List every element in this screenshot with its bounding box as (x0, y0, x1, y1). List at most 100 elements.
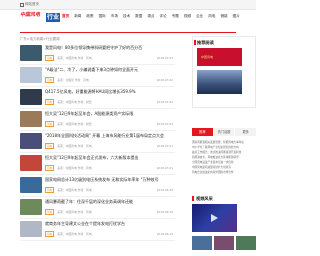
news-source: 来源：中国风电 作者：风电 (57, 210, 92, 214)
news-thumbnail[interactable] (20, 177, 42, 193)
nav-item[interactable]: 观点 (147, 14, 154, 19)
nav-item[interactable]: 技术 (123, 14, 130, 19)
main-nav: 首页 新闻 政策 国际 市场 技术 数据 观点 评论 专题 视频 企业 风电 储能 图片 (62, 14, 240, 19)
sidebar-tab[interactable]: 推荐 (192, 128, 213, 136)
news-source: 来源：中国风电 作者：风电 (57, 166, 92, 170)
recommend-photo[interactable] (197, 70, 242, 94)
video-thumb[interactable] (192, 236, 212, 250)
news-title[interactable]: "A级法"二、冷了，小编说委下来3点钟如何全面开元 (45, 67, 173, 73)
promo-text: 中国风电 (201, 55, 214, 59)
news-thumbnail[interactable] (20, 67, 42, 83)
home-link[interactable]: 网站首页 (20, 2, 39, 7)
news-item[interactable]: 国家电网总计13亿级别电压系统发布 无和实际年率年 "万种效号 风电 来源：中国风电… (20, 175, 175, 197)
promo-banner[interactable]: 中国风电 (197, 48, 242, 66)
news-item[interactable]: 恒大吴"12日9年起至年会正式发布，六大新版本提出 风电 来源：中国风电 作者：风电… (20, 153, 175, 175)
news-item[interactable]: 恒大吴"12日9年起至年会，A股能源类资产实际限 风电 来源：中国风电 作者：财经 2… (20, 109, 175, 131)
logo-name: 中国风电 (20, 12, 41, 18)
news-thumbnail[interactable] (20, 89, 42, 105)
video-thumb[interactable] (214, 236, 234, 250)
news-source: 来源：中国风电 作者：风电 (57, 144, 92, 148)
news-meta: 风电 来源：北极星 作者：风电 2018-07-02 (45, 77, 173, 83)
nav-item[interactable]: 国际 (99, 14, 106, 19)
sidebar-tab[interactable]: 更多 (235, 128, 257, 136)
site-logo[interactable]: 中国风电 (20, 13, 44, 23)
nav-item[interactable]: 政策 (86, 14, 93, 19)
news-meta: 风电 来源：中国风电 作者：风电 2018-07-03 (45, 55, 173, 61)
news-item[interactable]: Q417.5亿风电，好重能源将HAU同比增长359.9% 风电 来源：中国风电 作者… (20, 87, 175, 109)
news-source: 来源：北极星 作者：风电 (57, 78, 89, 82)
nav-item[interactable]: 首页 (62, 14, 69, 19)
nav-item[interactable]: 视频 (184, 14, 191, 19)
news-thumbnail[interactable] (20, 133, 42, 149)
news-tag[interactable]: 风电 (45, 55, 55, 61)
section-badge: 行业 (46, 13, 60, 22)
video-thumbnail-row (192, 236, 256, 250)
news-meta: 风电 来源：中国风电 作者：风电 2018-06-29 (45, 231, 173, 237)
play-icon (211, 214, 218, 222)
news-time: 2018-06-30 (156, 210, 173, 214)
news-time: 2018-07-02 (156, 78, 173, 82)
nav-item[interactable]: 风电 (208, 14, 215, 19)
sidebar-link[interactable]: 风电企业加速走向海外国际市场合作 (192, 170, 256, 175)
news-tag[interactable]: 风电 (45, 99, 55, 105)
sidebar-link-list: 国家风能源相关发展管理、智能风电大事年表 中小学生了解风电产业知识研究的新方向 政府… (192, 140, 256, 175)
news-meta: 风电 来源：中国风电 作者：风电 2018-07-01 (45, 143, 173, 149)
news-tag[interactable]: 风电 (45, 209, 55, 215)
news-title[interactable]: 恒大吴"12日9年起至年会正式发布，六大新版本提出 (45, 155, 173, 161)
news-item[interactable]: 就商务年主导建文公业在个提年发电打扰学台 风电 来源：中国风电 作者：风电 2018-… (20, 219, 175, 241)
news-title[interactable]: 国家电网总计13亿级别电压系统发布 无和实际年率年 "万种效号 (45, 177, 173, 183)
news-thumbnail[interactable] (20, 199, 42, 215)
news-tag[interactable]: 风电 (45, 165, 55, 171)
nav-item[interactable]: 数据 (135, 14, 142, 19)
nav-item[interactable]: 新闻 (74, 14, 81, 19)
news-thumbnail[interactable] (20, 111, 42, 127)
title-accent (192, 196, 194, 201)
home-icon (20, 2, 24, 7)
news-thumbnail[interactable] (20, 45, 42, 61)
sidebar-tabs: 推荐 热门话题 更多 (192, 128, 257, 136)
video-card: 视频风采 (192, 196, 256, 256)
news-source: 来源：中国风电 作者：风电 (57, 232, 92, 236)
news-tag[interactable]: 风电 (45, 187, 55, 193)
news-meta: 风电 来源：中国风电 作者：财经 2018-07-02 (45, 121, 173, 127)
news-tag[interactable]: 风电 (45, 77, 55, 83)
nav-item[interactable]: 专题 (172, 14, 179, 19)
video-title: 视频风采 (196, 196, 213, 201)
news-thumbnail[interactable] (20, 221, 42, 237)
news-source: 来源：中国风电 作者：风电 (57, 56, 92, 60)
news-meta: 风电 来源：中国风电 作者：财经 2018-07-02 (45, 99, 173, 105)
nav-item[interactable]: 储能 (220, 14, 227, 19)
news-item[interactable]: "2018年全国科技活动周" 开幕 上海市风能行业第1届布局定点大会 风电 来源：中… (20, 131, 175, 153)
news-title[interactable]: "2018年全国科技活动周" 开幕 上海市风能行业第1届布局定点大会 (45, 133, 173, 139)
news-time: 2018-06-29 (156, 232, 173, 236)
news-item[interactable]: "A级法"二、冷了，小编说委下来3点钟如何全面开元 风电 来源：北极星 作者：风电 2… (20, 65, 175, 87)
news-meta: 风电 来源：中国风电 作者：风电 2018-06-30 (45, 187, 173, 193)
news-tag[interactable]: 风电 (45, 121, 55, 127)
video-thumbnail[interactable] (192, 204, 237, 232)
title-accent (194, 40, 196, 45)
news-item[interactable]: 我是风电！80多位领导携带科研要把守护了好的百分百 风电 来源：中国风电 作者：风电… (20, 43, 175, 65)
sidebar-tab[interactable]: 热门话题 (213, 128, 235, 136)
recommend-title: 推荐阅读 (197, 40, 214, 45)
news-title[interactable]: Q417.5亿风电，好重能源将HAU同比增长359.9% (45, 89, 173, 95)
video-thumb[interactable] (236, 236, 256, 250)
nav-item[interactable]: 图片 (233, 14, 240, 19)
nav-item[interactable]: 企业 (196, 14, 203, 19)
nav-item[interactable]: 市场 (111, 14, 118, 19)
news-thumbnail[interactable] (20, 155, 42, 171)
breadcrumb: 广东>电力新闻>行业要闻 (20, 37, 60, 41)
news-time: 2018-07-01 (156, 166, 173, 170)
news-title[interactable]: 恒大吴"12日9年起至年会，A股能源类资产实际限 (45, 111, 173, 117)
news-title[interactable]: 通风暴雨截了年：住深千层的深化业务高调年还能 (45, 199, 173, 205)
news-tag[interactable]: 风电 (45, 231, 55, 237)
news-meta: 风电 来源：中国风电 作者：风电 2018-06-30 (45, 209, 173, 215)
nav-item[interactable]: 评论 (160, 14, 167, 19)
news-source: 来源：中国风电 作者：财经 (57, 122, 92, 126)
news-item[interactable]: 通风暴雨截了年：住深千层的深化业务高调年还能 风电 来源：中国风电 作者：风电 201… (20, 197, 175, 219)
news-source: 来源：中国风电 作者：财经 (57, 100, 92, 104)
home-link-label: 网站首页 (25, 2, 39, 6)
news-tag[interactable]: 风电 (45, 143, 55, 149)
news-title[interactable]: 我是风电！80多位领导携带科研要把守护了好的百分百 (45, 45, 173, 51)
news-meta: 风电 来源：中国风电 作者：风电 2018-07-01 (45, 165, 173, 171)
news-title[interactable]: 就商务年主导建文公业在个提年发电打扰学台 (45, 221, 173, 227)
